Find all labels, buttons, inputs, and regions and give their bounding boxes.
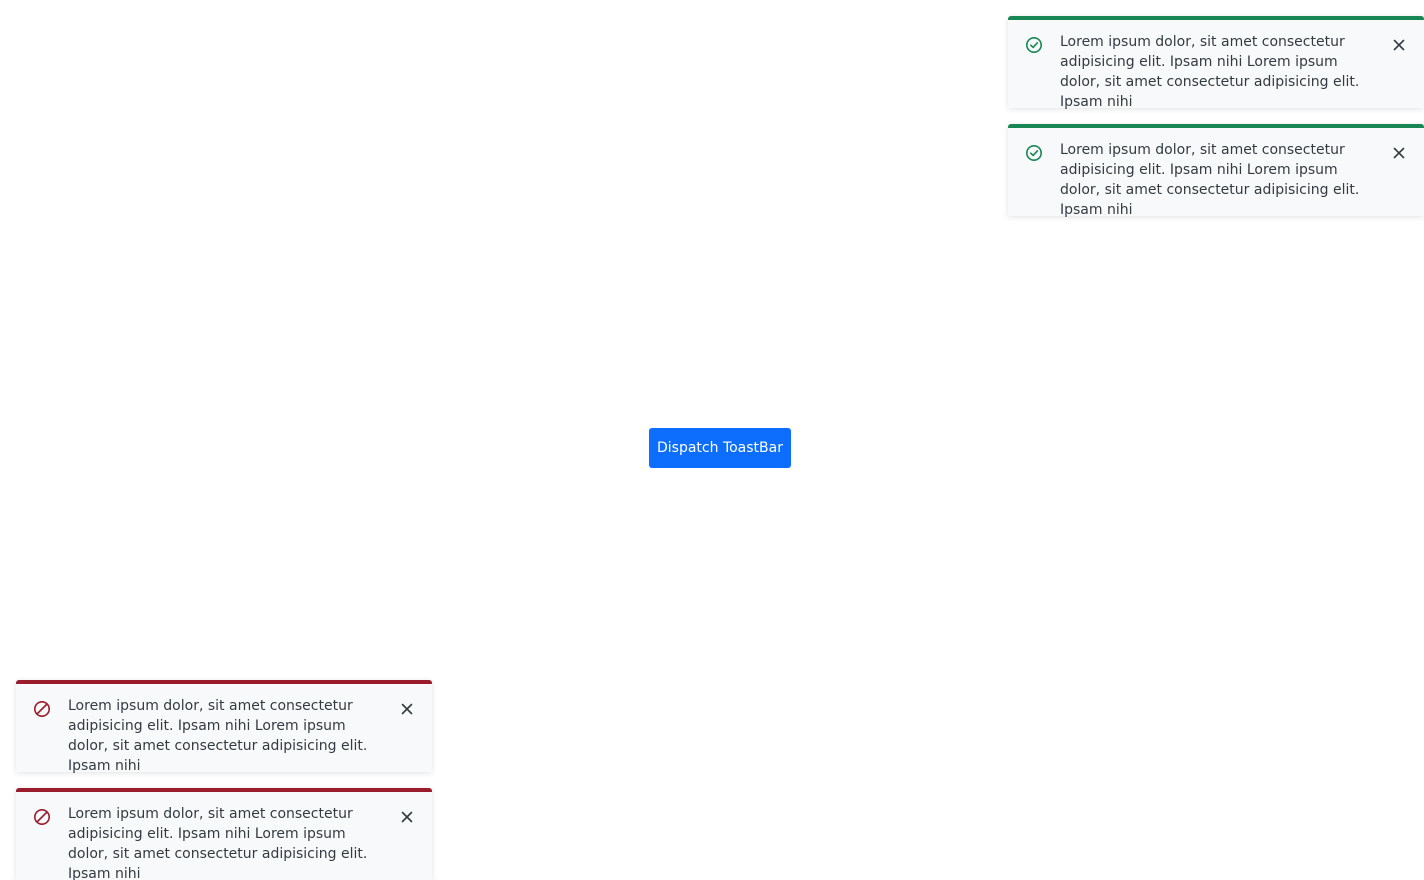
toast-message: Lorem ipsum dolor, sit amet consectetur …: [68, 806, 368, 880]
toast-danger: Lorem ipsum dolor, sit amet consectetur …: [16, 788, 432, 880]
toast-message: Lorem ipsum dolor, sit amet consectetur …: [68, 698, 368, 774]
check-circle-icon: [1026, 145, 1042, 161]
close-icon[interactable]: [1392, 38, 1406, 52]
toast-success: Lorem ipsum dolor, sit amet consectetur …: [1008, 16, 1424, 110]
ban-icon: [34, 701, 50, 717]
toast-message: Lorem ipsum dolor, sit amet consectetur …: [1060, 34, 1360, 110]
page: Dispatch ToastBar Lorem ipsum dolor, sit…: [0, 0, 1424, 880]
dispatch-toastbar-button[interactable]: Dispatch ToastBar: [649, 428, 791, 468]
toast-danger: Lorem ipsum dolor, sit amet consectetur …: [16, 680, 432, 774]
ban-icon: [34, 809, 50, 825]
close-icon[interactable]: [1392, 146, 1406, 160]
toast-message: Lorem ipsum dolor, sit amet consectetur …: [1060, 142, 1360, 218]
toast-success: Lorem ipsum dolor, sit amet consectetur …: [1008, 124, 1424, 218]
close-icon[interactable]: [400, 702, 414, 716]
close-icon[interactable]: [400, 810, 414, 824]
check-circle-icon: [1026, 37, 1042, 53]
